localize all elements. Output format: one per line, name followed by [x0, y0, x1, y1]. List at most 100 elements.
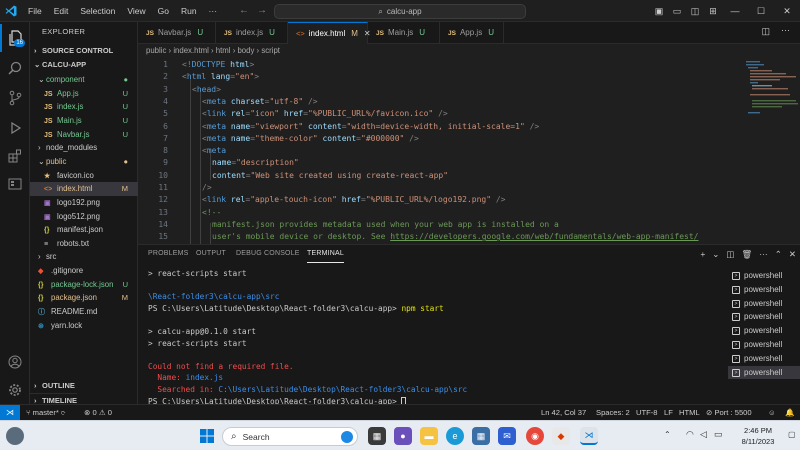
mail-icon[interactable]: ✉: [498, 427, 516, 445]
maximize-panel-icon[interactable]: ⌃: [775, 249, 782, 260]
tree-item[interactable]: {} package.json M: [30, 291, 138, 305]
breadcrumb-item[interactable]: public: [146, 46, 166, 55]
menu-edit[interactable]: Edit: [48, 0, 75, 22]
breadcrumb-item[interactable]: script: [261, 46, 280, 55]
split-terminal-icon[interactable]: ◫: [726, 249, 734, 260]
vscode-taskbar-icon[interactable]: ⋊: [580, 427, 598, 445]
minimap[interactable]: [742, 58, 800, 244]
terminal-instance[interactable]: > powershell: [728, 297, 800, 311]
tab-index-js[interactable]: JS index.js U: [216, 22, 288, 44]
breadcrumb-item[interactable]: body: [237, 46, 254, 55]
tree-item[interactable]: ★ favicon.ico: [30, 169, 138, 183]
extensions-icon[interactable]: [0, 142, 30, 170]
panel-tab-output[interactable]: OUTPUT: [196, 245, 226, 263]
tree-item[interactable]: JS index.js U: [30, 100, 138, 114]
taskbar-search[interactable]: ⌕ Search: [222, 427, 358, 446]
edge-browser-icon[interactable]: e: [446, 427, 464, 445]
terminal-instance[interactable]: > powershell: [728, 283, 800, 297]
settings-gear-icon[interactable]: [0, 376, 30, 404]
panel-tab-debug-console[interactable]: DEBUG CONSOLE: [236, 245, 300, 263]
terminal-instance[interactable]: > powershell: [728, 352, 800, 366]
terminal-instance[interactable]: > powershell: [728, 324, 800, 338]
back-arrow-icon[interactable]: ←: [239, 5, 249, 16]
tab-main-js[interactable]: JS Main.js U: [368, 22, 440, 44]
menu-file[interactable]: File: [22, 0, 48, 22]
toggle-panel-icon[interactable]: ▭: [668, 6, 686, 17]
command-center-search[interactable]: ⌕ calcu-app: [274, 4, 526, 19]
tree-item[interactable]: ▣ logo192.png: [30, 196, 138, 210]
project-section[interactable]: ⌄ CALCU-APP: [30, 58, 86, 71]
forward-arrow-icon[interactable]: →: [257, 5, 267, 16]
tree-item[interactable]: ≡ robots.txt: [30, 237, 138, 251]
split-editor-icon[interactable]: ◫: [761, 26, 770, 37]
indentation[interactable]: Spaces: 2: [596, 405, 630, 420]
minimize-icon[interactable]: —: [722, 6, 748, 16]
teams-chat-icon[interactable]: ●: [394, 427, 412, 445]
tree-item[interactable]: ⊛ yarn.lock: [30, 319, 138, 333]
show-hidden-icons-icon[interactable]: ⌃: [664, 430, 671, 439]
toggle-secondary-sidebar-icon[interactable]: ◫: [686, 6, 704, 17]
terminal-instance[interactable]: > powershell: [728, 269, 800, 283]
close-panel-icon[interactable]: ✕: [789, 249, 796, 260]
tree-item[interactable]: <> index.html M: [30, 182, 138, 196]
tab-app-js[interactable]: JS App.js U: [440, 22, 504, 44]
tree-item[interactable]: {} manifest.json: [30, 223, 138, 237]
remote-indicator-icon[interactable]: ⋊: [0, 405, 20, 421]
problems-status[interactable]: ⊗ 0 ⚠ 0: [84, 405, 112, 420]
battery-icon[interactable]: ▭: [714, 429, 723, 440]
customize-layout-icon[interactable]: ⊞: [704, 6, 722, 17]
notifications-bell-icon[interactable]: 🔔: [785, 405, 794, 420]
breadcrumb-item[interactable]: html: [216, 46, 231, 55]
tree-item[interactable]: ▣ logo512.png: [30, 210, 138, 224]
windows-start-icon[interactable]: [198, 427, 216, 445]
live-server-status[interactable]: ⊘ Port : 5500: [706, 405, 752, 420]
volume-icon[interactable]: ◁: [700, 429, 707, 440]
account-icon[interactable]: [0, 348, 30, 376]
tree-item[interactable]: › src: [30, 250, 138, 264]
cursor-position[interactable]: Ln 42, Col 37: [541, 405, 586, 420]
source-control-section[interactable]: › SOURCE CONTROL: [30, 44, 113, 57]
tree-item[interactable]: JS App.js U: [30, 87, 138, 101]
panel-more-icon[interactable]: ···: [759, 249, 768, 259]
terminal-instance[interactable]: > powershell: [728, 365, 800, 380]
panel-tab-problems[interactable]: PROBLEMS: [148, 245, 189, 263]
tree-item[interactable]: › node_modules: [30, 141, 138, 155]
terminal-output[interactable]: > react-scripts start \React-folder3\calc…: [148, 269, 718, 407]
terminal-dropdown-icon[interactable]: ⌄: [712, 249, 719, 260]
menu-go[interactable]: Go: [152, 0, 175, 22]
task-view-icon[interactable]: ▦: [368, 427, 386, 445]
explorer-icon[interactable]: 16: [0, 24, 30, 52]
more-actions-icon[interactable]: ···: [781, 25, 790, 35]
weather-widget-icon[interactable]: [6, 427, 24, 445]
close-window-icon[interactable]: ✕: [774, 6, 800, 17]
tree-item[interactable]: ⌄public ●: [30, 155, 138, 169]
tree-item[interactable]: ⓘ README.md: [30, 305, 138, 319]
tab-navbar-js[interactable]: JS Navbar.js U: [138, 22, 216, 44]
menu-selection[interactable]: Selection: [74, 0, 121, 22]
feedback-icon[interactable]: ☺: [768, 405, 776, 420]
notification-center-icon[interactable]: ▢: [788, 430, 796, 439]
menu-view[interactable]: View: [121, 0, 151, 22]
remote-explorer-icon[interactable]: [0, 170, 30, 198]
tab-index-html[interactable]: <> index.html M ✕: [288, 22, 371, 44]
panel-tab-terminal[interactable]: TERMINAL: [307, 245, 344, 263]
outline-section[interactable]: › OUTLINE: [30, 379, 75, 392]
tree-item[interactable]: JS Navbar.js U: [30, 128, 138, 142]
tree-item[interactable]: ⌄component ●: [30, 73, 138, 87]
search-icon[interactable]: [0, 54, 30, 82]
breadcrumb-item[interactable]: index.html: [173, 46, 209, 55]
microsoft-store-icon[interactable]: ▦: [472, 427, 490, 445]
menu-more[interactable]: ···: [203, 0, 224, 22]
wifi-icon[interactable]: ◠: [686, 429, 694, 440]
language-mode[interactable]: HTML: [679, 405, 700, 420]
terminal-instance[interactable]: > powershell: [728, 310, 800, 324]
tree-item[interactable]: JS Main.js U: [30, 114, 138, 128]
menu-run[interactable]: Run: [175, 0, 203, 22]
code-editor[interactable]: 1 <!DOCTYPE html> 2 <html lang="en"> 3 <head>…: [138, 58, 800, 244]
copilot-icon[interactable]: ◆: [552, 427, 570, 445]
chrome-icon[interactable]: ◉: [526, 427, 544, 445]
toggle-sidebar-icon[interactable]: ▣: [650, 6, 668, 17]
terminal-instance[interactable]: > powershell: [728, 338, 800, 352]
tree-item[interactable]: ◆ .gitignore: [30, 264, 138, 278]
encoding[interactable]: UTF-8: [636, 405, 658, 420]
